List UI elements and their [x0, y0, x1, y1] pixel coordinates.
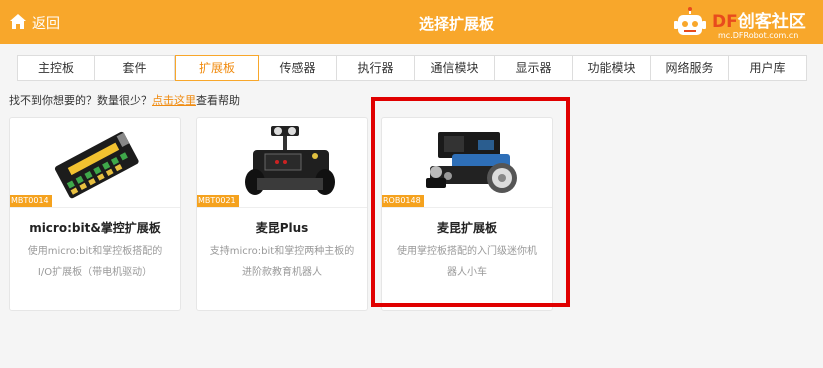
- help-prefix: 找不到你想要的？数量很少？: [9, 94, 152, 107]
- tab-user-library[interactable]: 用户库: [729, 55, 807, 81]
- product-card-rob0148[interactable]: ROB0148 麦昆扩展板 使用掌控板搭配的入门级迷你机器人小车: [381, 117, 553, 311]
- sku-badge: MBT0014: [10, 195, 52, 207]
- tab-actuators[interactable]: 执行器: [337, 55, 415, 81]
- logo-name: 创客社区: [737, 12, 806, 32]
- tab-main-board[interactable]: 主控板: [17, 55, 95, 81]
- product-description: 支持micro:bit和掌控两种主板的进阶款教育机器人: [209, 246, 355, 278]
- card-divider: [382, 207, 552, 208]
- logo-text: DF创客社区: [712, 7, 806, 32]
- sku-badge: MBT0021: [197, 195, 239, 207]
- sku-badge: ROB0148: [382, 195, 424, 207]
- top-bar: 返回 选择扩展板 DF创客社区 mc.DFRobot.com.cn: [0, 0, 823, 44]
- product-name: 麦昆Plus: [255, 221, 309, 235]
- tab-display[interactable]: 显示器: [495, 55, 573, 81]
- logo-url: mc.DFRobot.com.cn: [718, 31, 799, 40]
- category-tabs: 主控板 套件 扩展板 传感器 执行器 通信模块 显示器 功能模块 网络服务 用户…: [17, 55, 807, 81]
- product-card-mbt0014[interactable]: MBT0014 micro:bit&掌控扩展板 使用micro:bit和掌控板搭…: [9, 117, 181, 311]
- tab-network-services[interactable]: 网络服务: [651, 55, 729, 81]
- tab-kits[interactable]: 套件: [95, 55, 175, 81]
- product-name: micro:bit&掌控扩展板: [29, 221, 161, 235]
- maqueen-plus-robot-image: [245, 126, 335, 195]
- tab-expansion-board[interactable]: 扩展板: [175, 55, 259, 81]
- product-description: 使用micro:bit和掌控板搭配的I/O扩展板（带电机驱动）: [27, 246, 163, 278]
- dfrobot-logo: DF创客社区 mc.DFRobot.com.cn: [672, 4, 818, 42]
- logo-df: DF: [712, 12, 738, 32]
- help-link[interactable]: 点击这里: [152, 94, 196, 107]
- tab-function-modules[interactable]: 功能模块: [573, 55, 651, 81]
- expansion-board-image: [54, 131, 139, 199]
- help-suffix: 查看帮助: [196, 94, 240, 107]
- product-description: 使用掌控板搭配的入门级迷你机器人小车: [397, 246, 537, 278]
- card-divider: [197, 207, 367, 208]
- tab-sensors[interactable]: 传感器: [259, 55, 337, 81]
- help-hint: 找不到你想要的？数量很少？点击这里查看帮助: [9, 92, 240, 108]
- product-card-mbt0021[interactable]: MBT0021 麦昆Plus 支持micro:bit和掌控两种主板的进阶款教育机…: [196, 117, 368, 311]
- product-name: 麦昆扩展板: [436, 221, 497, 235]
- robot-logo-icon: [674, 7, 706, 35]
- tab-communication[interactable]: 通信模块: [415, 55, 495, 81]
- maqueen-expansion-board-image: [426, 132, 517, 193]
- card-divider: [10, 207, 180, 208]
